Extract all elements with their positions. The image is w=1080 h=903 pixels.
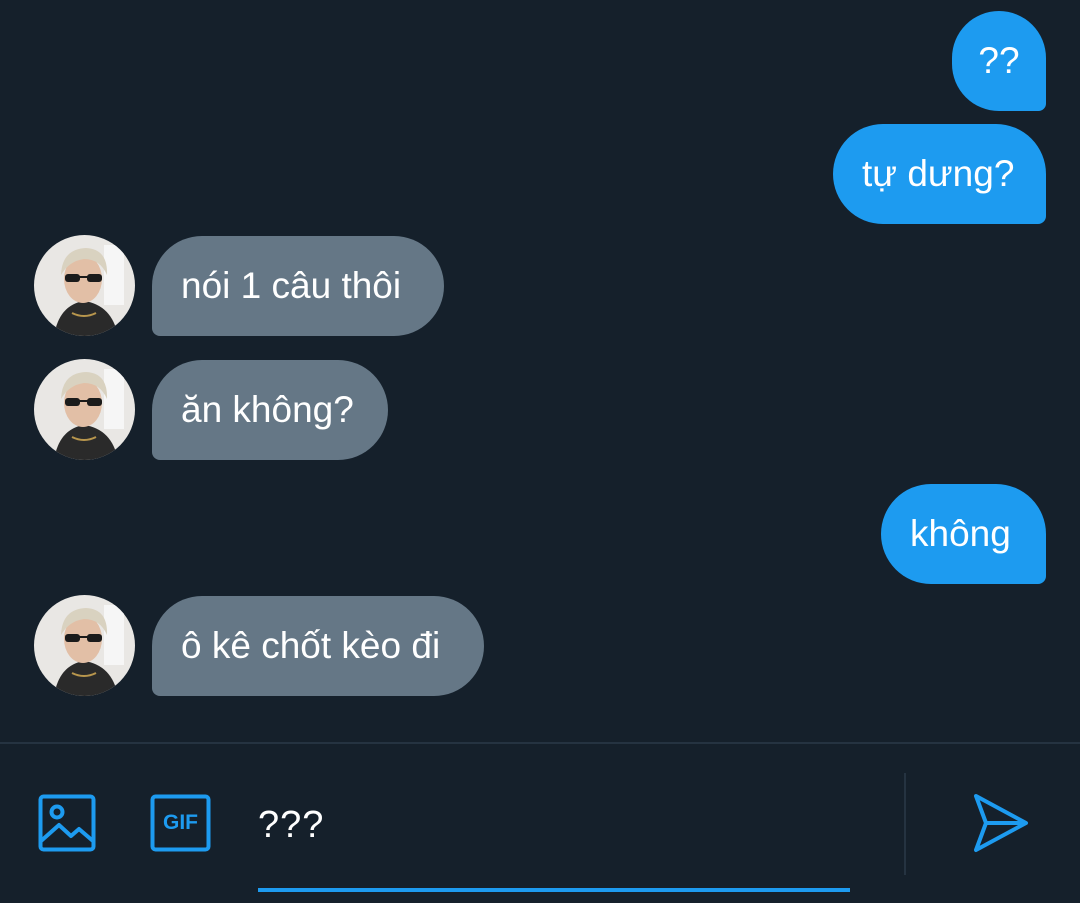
input-focus-underline xyxy=(258,888,850,892)
add-media-button[interactable] xyxy=(38,794,96,852)
send-icon xyxy=(974,794,1028,852)
contact-avatar[interactable] xyxy=(34,595,135,696)
outgoing-message-bubble[interactable]: ?? xyxy=(952,11,1046,111)
composer-divider xyxy=(904,773,906,875)
incoming-message-bubble[interactable]: ăn không? xyxy=(152,360,388,460)
outgoing-message-bubble[interactable]: tự dưng? xyxy=(833,124,1046,224)
contact-avatar[interactable] xyxy=(34,359,135,460)
image-icon xyxy=(38,794,96,852)
incoming-message-bubble[interactable]: ô kê chốt kèo đi xyxy=(152,596,484,696)
dm-conversation-screen: ?? tự dưng? nói 1 câu thôi ăn không? khô… xyxy=(0,0,1080,903)
incoming-message-bubble[interactable]: nói 1 câu thôi xyxy=(152,236,444,336)
add-gif-button[interactable]: GIF xyxy=(150,794,211,852)
send-button[interactable] xyxy=(972,792,1030,854)
message-input[interactable]: ??? xyxy=(258,800,324,850)
contact-avatar[interactable] xyxy=(34,235,135,336)
outgoing-message-bubble[interactable]: không xyxy=(881,484,1046,584)
gif-label: GIF xyxy=(163,811,198,834)
